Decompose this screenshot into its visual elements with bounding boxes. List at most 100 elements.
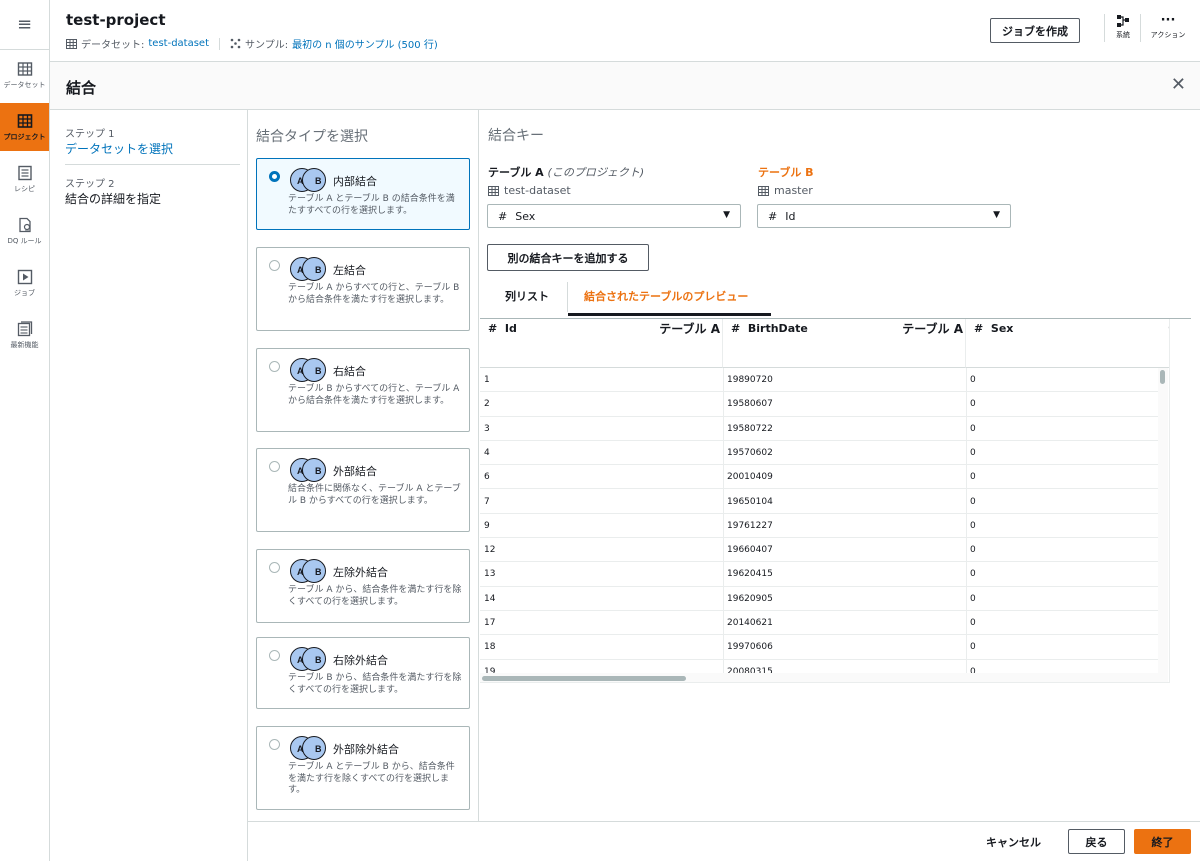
join-type-name: 外部結合 (333, 465, 377, 478)
table-cell: 19570602 (727, 447, 773, 458)
svg-text:B: B (315, 744, 322, 754)
join-type-description: テーブル B からすべての行と、テーブル A から結合条件を満たす行を選択します… (288, 384, 460, 406)
svg-text:A: A (297, 655, 304, 665)
nav-item-label: ジョブ (14, 288, 35, 297)
dataset-prefix: データセット: (81, 40, 145, 51)
nav-item-label: 最新機能 (10, 340, 39, 349)
step-1-link[interactable]: データセットを選択 (65, 140, 173, 157)
sample-icon (230, 38, 241, 49)
join-type-radio[interactable] (269, 461, 280, 472)
table-cell: 19761227 (727, 520, 773, 531)
join-type-card[interactable]: A B 左除外結合 テーブル A から、結合条件を満たす行を除くすべての行を選択します… (256, 549, 470, 623)
join-type-radio[interactable] (269, 171, 280, 182)
svg-text:A: A (297, 176, 304, 186)
hamburger-menu-icon[interactable]: ≡ (0, 0, 49, 50)
column-source: テーブル A (659, 322, 720, 336)
horizontal-scrollbar[interactable] (480, 673, 1168, 682)
add-join-key-button[interactable]: 別の結合キーを追加する (487, 244, 649, 271)
table-cell: 0 (970, 618, 976, 628)
join-type-name: 右除外結合 (333, 654, 388, 667)
divider (567, 282, 568, 312)
divider (219, 37, 220, 50)
svg-text:B: B (315, 567, 322, 577)
table-cell: 0 (970, 593, 976, 604)
svg-text:A: A (297, 744, 304, 754)
step-2-label: 結合の詳細を指定 (65, 192, 162, 206)
join-type-radio[interactable] (269, 650, 280, 661)
table-row: 2 19580607 0 (480, 392, 1160, 417)
scrollbar-thumb[interactable] (482, 676, 686, 681)
join-type-name: 右結合 (333, 365, 366, 378)
table-row: 9 19761227 0 (480, 514, 1160, 539)
table-a-key-select[interactable]: # Sex ▼ (487, 204, 741, 228)
scrollbar-thumb[interactable] (1160, 370, 1165, 384)
nav-item-datasets[interactable]: データセット (0, 51, 49, 99)
join-type-radio[interactable] (269, 260, 280, 271)
join-type-card[interactable]: A B 外部除外結合 テーブル A とテーブル B から、結合条件を満たす行を除くすべ… (256, 726, 470, 810)
tab-joined-preview[interactable]: 結合されたテーブルのプレビュー (584, 288, 748, 304)
svg-text:B: B (315, 265, 322, 275)
join-type-card[interactable]: A B 右除外結合 テーブル B から、結合条件を満たす行を除くすべての行を選択します… (256, 637, 470, 709)
create-job-button[interactable]: ジョブを作成 (990, 18, 1080, 43)
nav-item-label: プロジェクト (3, 132, 46, 141)
table-cell: 0 (970, 545, 976, 556)
back-button[interactable]: 戻る (1068, 829, 1125, 854)
join-type-radio[interactable] (269, 562, 280, 573)
svg-text:B: B (315, 366, 322, 376)
join-type-card[interactable]: A B 右結合 テーブル B からすべての行と、テーブル A から結合条件を満たす行を… (256, 348, 470, 432)
nav-item-label: レシピ (14, 184, 35, 193)
table-b-key-value: Id (785, 209, 796, 223)
nav-item-jobs[interactable]: ジョブ (0, 259, 49, 307)
nav-item-recipes[interactable]: レシピ (0, 155, 49, 203)
svg-text:A: A (297, 567, 304, 577)
join-type-radio[interactable] (269, 739, 280, 750)
finish-button[interactable]: 終了 (1134, 829, 1191, 854)
table-cell: 17 (484, 618, 496, 628)
table-cell: 12 (484, 545, 496, 556)
table-a-key-value: Sex (515, 209, 536, 223)
sample-link[interactable]: 最初の n 個のサンプル (500 行) (292, 36, 438, 51)
column-header-sex[interactable]: # Sex テ (966, 319, 1169, 368)
cancel-button[interactable]: キャンセル (986, 834, 1041, 850)
svg-text:B: B (315, 176, 322, 186)
table-b-key-select[interactable]: # Id ▼ (757, 204, 1011, 228)
join-type-name: 内部結合 (333, 175, 377, 188)
actions-label: アクション (1150, 31, 1186, 39)
table-cell: 19620415 (727, 569, 773, 580)
nav-item-whats-new[interactable]: 最新機能 (0, 311, 49, 359)
tab-column-list[interactable]: 列リスト (505, 288, 549, 304)
news-icon (17, 320, 32, 336)
column-header-birthdate[interactable]: # BirthDate テーブル A (723, 319, 966, 368)
table-cell: 14 (484, 593, 496, 604)
nav-item-projects[interactable]: プロジェクト (0, 103, 49, 151)
table-cell: 6 (484, 472, 490, 483)
divider (1140, 14, 1141, 42)
venn-diagram-icon: AB (290, 168, 326, 192)
preview-grid[interactable]: # Id テーブル A # BirthDate テーブル A # Sex テ 1… (480, 319, 1170, 683)
table-cell: 0 (970, 375, 976, 385)
step-number: ステップ 2 (65, 179, 115, 190)
table-cell: 2 (484, 399, 490, 410)
column-header-id[interactable]: # Id テーブル A (480, 319, 723, 368)
lineage-button[interactable]: 系統 (1108, 14, 1138, 46)
join-panel-header: 結合 ✕ (50, 62, 1200, 110)
join-type-name: 左結合 (333, 264, 366, 277)
join-type-radio[interactable] (269, 361, 280, 372)
join-type-name: 左除外結合 (333, 566, 388, 579)
close-icon[interactable]: ✕ (1171, 74, 1186, 95)
join-type-card[interactable]: A B 内部結合 テーブル A とテーブル B の結合条件を満たすすべての行を選択しま… (256, 158, 470, 230)
column-source: テ (1168, 320, 1169, 337)
table-row: 6 20010409 0 (480, 465, 1160, 490)
nav-item-dq-rules[interactable]: DQ ルール (0, 207, 49, 255)
join-type-description: テーブル B から、結合条件を満たす行を除くすべての行を選択します。 (288, 673, 462, 695)
dataset-link[interactable]: test-dataset (148, 38, 209, 49)
lineage-icon (1117, 15, 1129, 27)
join-type-card[interactable]: A B 左結合 テーブル A からすべての行と、テーブル B から結合条件を満たす行を… (256, 247, 470, 331)
actions-button[interactable]: ··· アクション (1148, 14, 1188, 46)
join-type-card[interactable]: A B 外部結合 結合条件に関係なく、テーブル A とテーブル B からすべての行を選… (256, 448, 470, 532)
table-cell: 7 (484, 496, 490, 507)
numeric-type-icon: # (768, 209, 778, 223)
vertical-scrollbar[interactable] (1158, 368, 1168, 674)
wizard-footer: キャンセル 戻る 終了 (248, 821, 1200, 861)
table-cell: 0 (970, 423, 976, 434)
